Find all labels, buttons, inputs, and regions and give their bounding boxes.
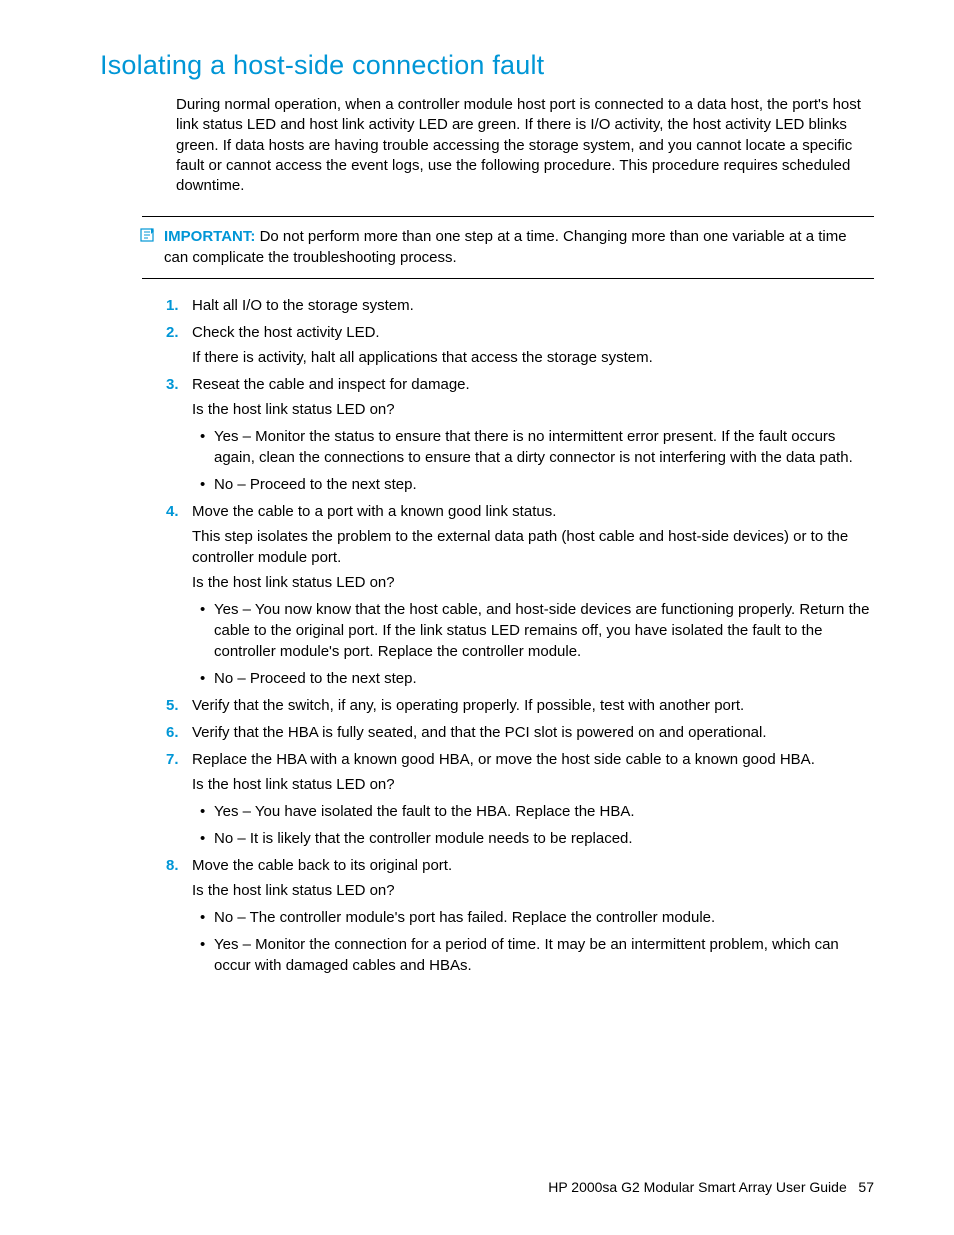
step-subtext: This step isolates the problem to the ex…: [192, 526, 874, 568]
step-item: Replace the HBA with a known good HBA, o…: [192, 749, 874, 849]
step-text: Verify that the HBA is fully seated, and…: [192, 722, 874, 743]
intro-paragraph: During normal operation, when a controll…: [176, 95, 874, 196]
step-subtext: Is the host link status LED on?: [192, 572, 874, 593]
step-item: Verify that the switch, if any, is opera…: [192, 695, 874, 716]
bullet-item: No – The controller module's port has fa…: [214, 907, 874, 928]
footer-page-number: 57: [858, 1179, 874, 1195]
steps-list: Halt all I/O to the storage system. Check…: [162, 295, 874, 976]
step-text: Verify that the switch, if any, is opera…: [192, 695, 874, 716]
bullet-item: No – Proceed to the next step.: [214, 668, 874, 689]
step-subtext: Is the host link status LED on?: [192, 774, 874, 795]
bullet-item: No – Proceed to the next step.: [214, 474, 874, 495]
step-text: Halt all I/O to the storage system.: [192, 295, 874, 316]
section-heading: Isolating a host-side connection fault: [100, 50, 874, 81]
step-item: Check the host activity LED. If there is …: [192, 322, 874, 368]
important-note: IMPORTANT: Do not perform more than one …: [142, 216, 874, 279]
document-page: Isolating a host-side connection fault D…: [0, 0, 954, 1235]
footer-title: HP 2000sa G2 Modular Smart Array User Gu…: [548, 1179, 847, 1195]
bullet-item: No – It is likely that the controller mo…: [214, 828, 874, 849]
note-icon: [140, 227, 156, 243]
bullet-list: Yes – Monitor the status to ensure that …: [192, 426, 874, 495]
step-subtext: If there is activity, halt all applicati…: [192, 347, 874, 368]
step-subtext: Is the host link status LED on?: [192, 880, 874, 901]
step-item: Verify that the HBA is fully seated, and…: [192, 722, 874, 743]
step-subtext: Is the host link status LED on?: [192, 399, 874, 420]
step-text: Move the cable to a port with a known go…: [192, 501, 874, 522]
note-text: Do not perform more than one step at a t…: [164, 228, 847, 265]
step-text: Move the cable back to its original port…: [192, 855, 874, 876]
bullet-item: Yes – Monitor the connection for a perio…: [214, 934, 874, 976]
step-item: Move the cable back to its original port…: [192, 855, 874, 976]
bullet-list: Yes – You now know that the host cable, …: [192, 599, 874, 689]
bullet-item: Yes – You have isolated the fault to the…: [214, 801, 874, 822]
step-item: Move the cable to a port with a known go…: [192, 501, 874, 689]
bullet-item: Yes – Monitor the status to ensure that …: [214, 426, 874, 468]
page-footer: HP 2000sa G2 Modular Smart Array User Gu…: [548, 1179, 874, 1195]
step-text: Replace the HBA with a known good HBA, o…: [192, 749, 874, 770]
bullet-item: Yes – You now know that the host cable, …: [214, 599, 874, 662]
bullet-list: Yes – You have isolated the fault to the…: [192, 801, 874, 849]
step-item: Halt all I/O to the storage system.: [192, 295, 874, 316]
step-item: Reseat the cable and inspect for damage.…: [192, 374, 874, 495]
bullet-list: No – The controller module's port has fa…: [192, 907, 874, 976]
note-label: IMPORTANT:: [164, 228, 255, 245]
step-text: Reseat the cable and inspect for damage.: [192, 374, 874, 395]
step-text: Check the host activity LED.: [192, 322, 874, 343]
